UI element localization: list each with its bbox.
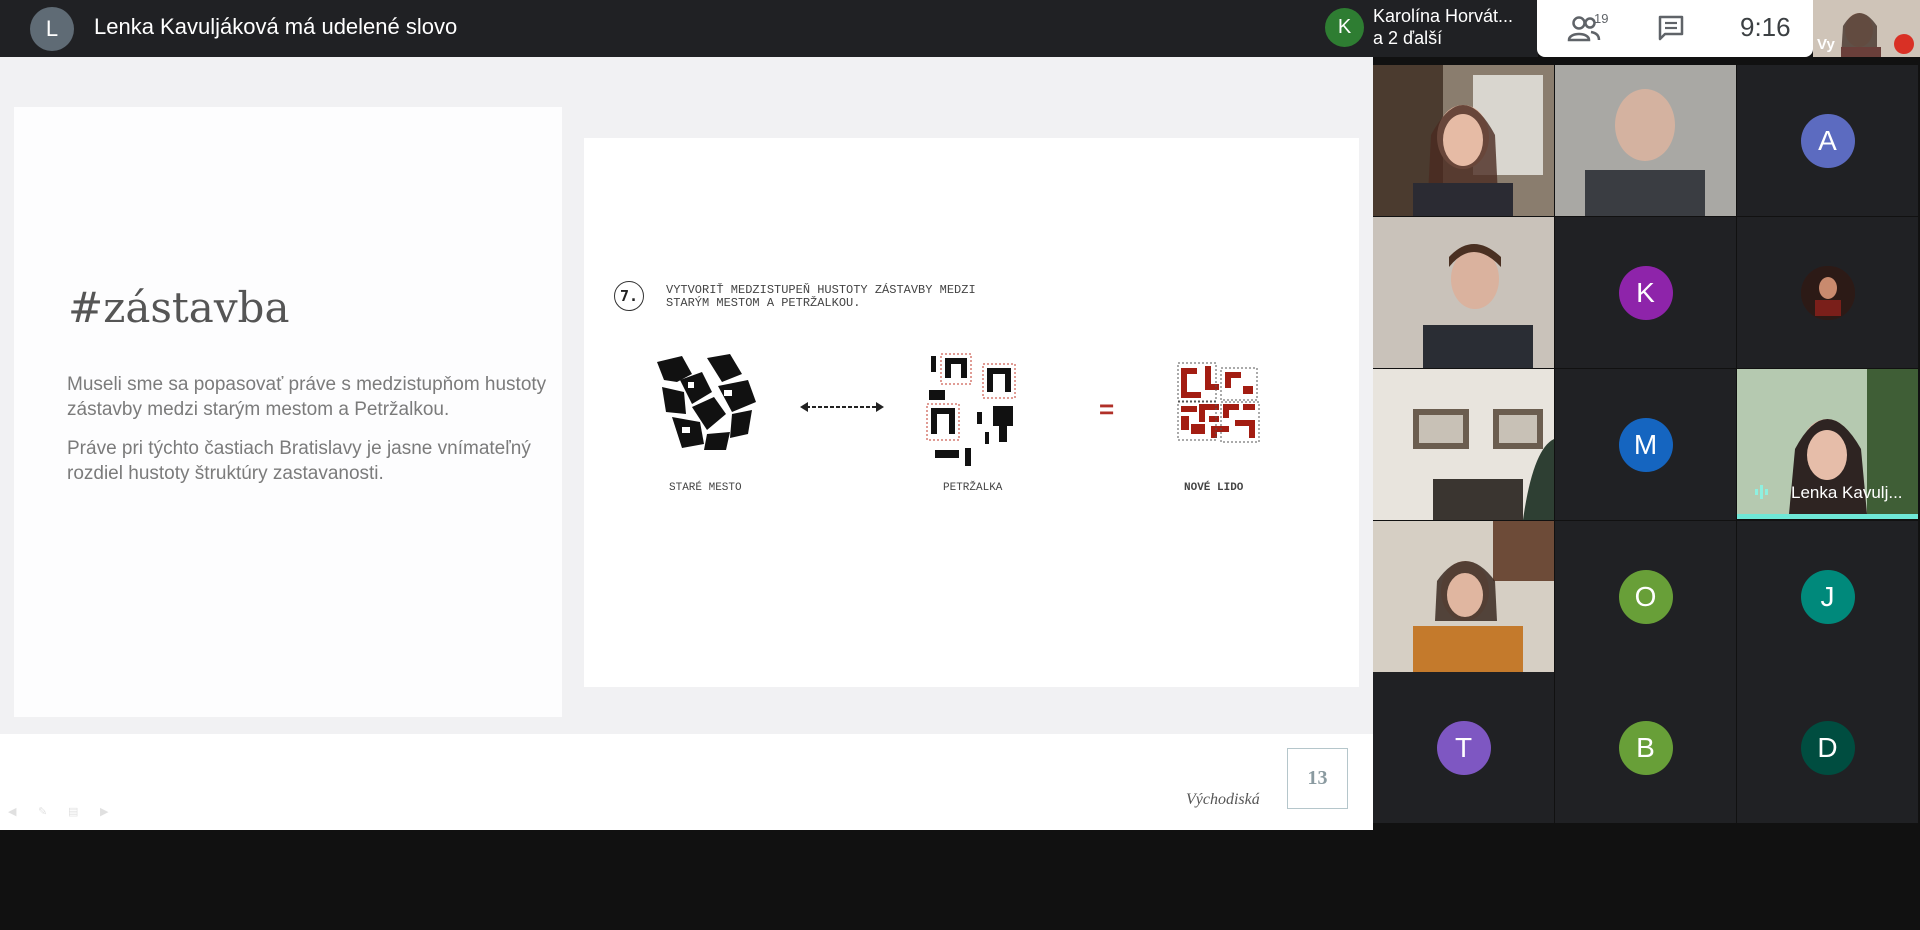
caption-petrzalka: PETRŽALKA [943,482,1003,494]
participant-tile[interactable] [1373,65,1554,216]
slide-paragraph-2: Práve pri týchto častiach Bratislavy je … [67,438,531,484]
camera-feed [1373,65,1554,216]
participant-count: 19 [1594,11,1609,26]
prev-arrow-icon[interactable]: ◀ [8,805,16,818]
stare-mesto-diagram [657,354,756,450]
presenter-title: Lenka Kavuljáková má udelené slovo [94,14,458,39]
participant-tile[interactable]: M [1555,369,1736,520]
slide-nav-controls[interactable]: ◀ ✎ ▤ ▶ [8,805,113,819]
speaking-indicator-bar [1737,514,1918,519]
participant-tile[interactable] [1555,65,1736,216]
participant-tile[interactable] [1737,217,1918,368]
participant-avatar: A [1800,113,1855,168]
participant-avatar: J [1800,569,1855,624]
active-speakers-chip[interactable]: K Karolína Horvát... a 2 ďalší [1313,0,1538,57]
profile-photo [1800,265,1855,320]
step-number: 7. [614,281,644,311]
self-label: Vy [1817,36,1835,53]
chat-icon[interactable] [1657,14,1685,42]
participant-tile[interactable]: T [1373,672,1554,823]
participant-tile[interactable] [1373,217,1554,368]
slide-heading: #zástavba [68,283,290,332]
camera-feed [1373,521,1554,672]
participant-tile[interactable]: B [1555,672,1736,823]
caption-stare-mesto: STARÉ MESTO [669,482,742,494]
participant-photo-avatar [1800,265,1855,320]
speaker-others: a 2 ďalší [1373,28,1443,48]
caption-nove-lido: NOVÉ LIDO [1184,482,1244,494]
participant-avatar: B [1618,720,1673,775]
mic-off-icon [1894,34,1914,54]
speaker-avatar: K [1325,8,1364,47]
participant-tile[interactable]: O [1555,521,1736,672]
participant-tile[interactable]: D [1737,672,1918,823]
slide-paragraph-1: Museli sme sa popasovať práve s medzistu… [67,374,547,420]
audio-wave-icon [1754,484,1770,500]
participant-tile[interactable]: J [1737,521,1918,672]
presenter-avatar: L [30,7,74,51]
camera-feed [1555,65,1736,216]
nove-lido-diagram [1177,362,1260,443]
next-arrow-icon[interactable]: ▶ [100,805,108,818]
petrzalka-diagram [926,353,1016,466]
step-text: VYTVORIŤ MEDZISTUPEŇ HUSTOTY ZÁSTAVBY ME… [666,283,976,310]
slide-footer [0,734,1373,830]
participant-tile[interactable]: K [1555,217,1736,368]
participant-avatar: O [1618,569,1673,624]
double-arrow-icon [800,402,884,412]
clock: 9:16 [1740,12,1791,42]
camera-feed [1373,369,1554,520]
equals-sign: = [1099,394,1115,424]
menu-icon[interactable]: ▤ [68,805,78,818]
participant-name: Lenka Kavulj... [1791,483,1903,502]
participant-tile[interactable] [1373,369,1554,520]
participant-avatar: D [1800,720,1855,775]
pen-icon[interactable]: ✎ [38,805,47,818]
participant-avatar: M [1618,417,1673,472]
participant-avatar: T [1436,720,1491,775]
speaker-name: Karolína Horvát... [1373,6,1514,26]
page-number: 13 [1287,748,1348,809]
section-label: Východiská [1186,791,1260,808]
participant-avatar: K [1618,265,1673,320]
camera-feed [1373,217,1554,368]
participant-tile[interactable] [1373,521,1554,672]
participant-tile[interactable]: A [1737,65,1918,216]
